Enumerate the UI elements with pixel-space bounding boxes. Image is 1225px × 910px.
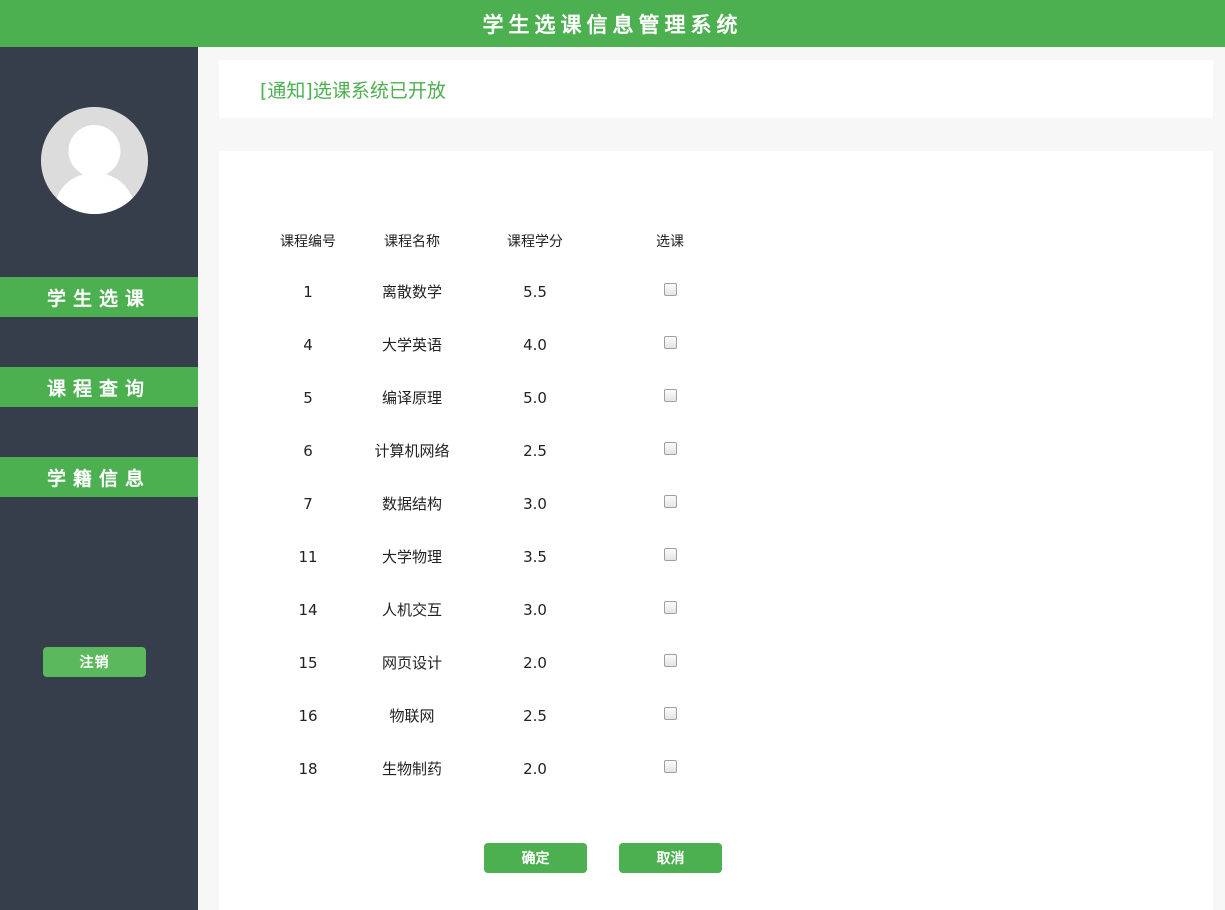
table-row: 5 编译原理 5.0 <box>219 387 819 409</box>
confirm-button[interactable]: 确定 <box>484 843 587 873</box>
course-id: 7 <box>303 495 313 513</box>
course-name: 人机交互 <box>381 601 442 619</box>
table-row: 16 物联网 2.5 <box>219 705 819 727</box>
select-checkbox[interactable] <box>663 389 677 402</box>
course-credit: 2.5 <box>523 707 547 725</box>
cancel-button[interactable]: 取消 <box>619 843 722 873</box>
course-credit: 2.0 <box>523 654 547 672</box>
course-id: 11 <box>298 548 318 566</box>
top-bar: 学生选课信息管理系统 <box>0 0 1225 47</box>
select-checkbox[interactable] <box>663 336 677 349</box>
table-row: 18 生物制药 2.0 <box>219 758 819 780</box>
table-row: 7 数据结构 3.0 <box>219 493 819 515</box>
select-cell <box>630 546 710 568</box>
course-name: 生物制药 <box>381 760 442 778</box>
table-header: 课程编号 课程名称 课程学分 选课 <box>219 231 819 251</box>
course-id: 14 <box>298 601 318 619</box>
notice-text: [通知]选课系统已开放 <box>260 79 446 102</box>
course-name: 编译原理 <box>381 389 442 407</box>
notice-banner: [通知]选课系统已开放 <box>219 60 1213 118</box>
table-row: 11 大学物理 3.5 <box>219 546 819 568</box>
course-id: 16 <box>298 707 318 725</box>
select-cell <box>630 281 710 303</box>
sidebar-item-course-selection[interactable]: 学生选课 <box>0 277 198 317</box>
select-checkbox[interactable] <box>663 495 677 508</box>
course-credit: 3.0 <box>523 601 547 619</box>
table-row: 6 计算机网络 2.5 <box>219 440 819 462</box>
table-row: 14 人机交互 3.0 <box>219 599 819 621</box>
course-id: 5 <box>303 389 313 407</box>
course-credit: 2.0 <box>523 760 547 778</box>
sidebar-item-label: 学籍信息 <box>46 467 151 490</box>
select-cell <box>630 493 710 515</box>
sidebar: 学生选课 课程查询 学籍信息 注销 <box>0 47 198 910</box>
header-course-name: 课程名称 <box>384 234 440 250</box>
sidebar-item-course-query[interactable]: 课程查询 <box>0 367 198 407</box>
select-cell <box>630 387 710 409</box>
course-selection-panel: 课程编号 课程名称 课程学分 选课 1 离散数学 5.5 4 大学英语 4.0 … <box>219 151 1213 910</box>
course-name: 网页设计 <box>381 654 442 672</box>
select-checkbox[interactable] <box>663 707 677 720</box>
sidebar-item-label: 学生选课 <box>46 287 151 310</box>
sidebar-item-student-records[interactable]: 学籍信息 <box>0 457 198 497</box>
course-name: 离散数学 <box>381 283 442 301</box>
course-id: 18 <box>298 760 318 778</box>
course-name: 大学英语 <box>381 336 442 354</box>
course-credit: 5.0 <box>523 389 547 407</box>
course-name: 数据结构 <box>381 495 442 513</box>
select-checkbox[interactable] <box>663 283 677 296</box>
select-cell <box>630 599 710 621</box>
header-course-credit: 课程学分 <box>507 234 563 250</box>
course-credit: 3.5 <box>523 548 547 566</box>
course-name: 计算机网络 <box>374 442 450 460</box>
select-cell <box>630 652 710 674</box>
select-cell <box>630 334 710 356</box>
header-course-id: 课程编号 <box>280 234 336 250</box>
select-checkbox[interactable] <box>663 442 677 455</box>
course-credit: 3.0 <box>523 495 547 513</box>
select-cell <box>630 440 710 462</box>
select-checkbox[interactable] <box>663 654 677 667</box>
course-name: 大学物理 <box>381 548 442 566</box>
course-name: 物联网 <box>389 707 435 725</box>
sidebar-item-label: 课程查询 <box>46 377 151 400</box>
table-row: 1 离散数学 5.5 <box>219 281 819 303</box>
select-cell <box>630 705 710 727</box>
select-checkbox[interactable] <box>663 548 677 561</box>
logout-button[interactable]: 注销 <box>43 647 146 677</box>
select-checkbox[interactable] <box>663 760 677 773</box>
app-title: 学生选课信息管理系统 <box>482 12 743 37</box>
course-credit: 4.0 <box>523 336 547 354</box>
course-id: 15 <box>298 654 318 672</box>
table-row: 15 网页设计 2.0 <box>219 652 819 674</box>
course-id: 6 <box>303 442 313 460</box>
header-select: 选课 <box>656 234 684 250</box>
course-id: 1 <box>303 283 313 301</box>
course-credit: 2.5 <box>523 442 547 460</box>
select-checkbox[interactable] <box>663 601 677 614</box>
user-avatar-icon <box>41 107 148 214</box>
course-id: 4 <box>303 336 313 354</box>
table-row: 4 大学英语 4.0 <box>219 334 819 356</box>
course-credit: 5.5 <box>523 283 547 301</box>
select-cell <box>630 758 710 780</box>
